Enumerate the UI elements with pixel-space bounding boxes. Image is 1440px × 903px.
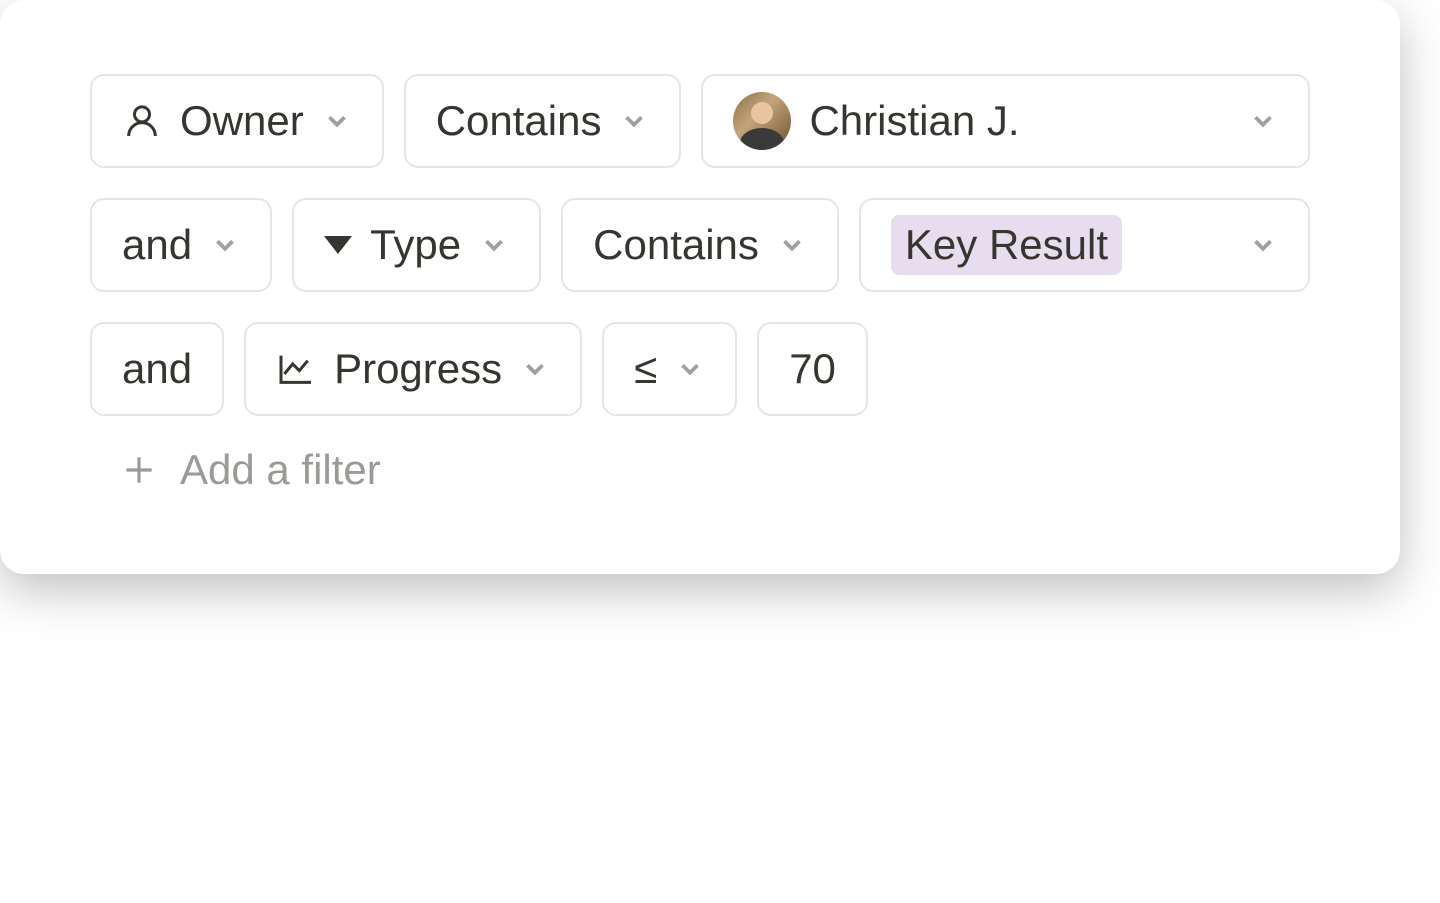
operator-selector-contains[interactable]: Contains: [404, 74, 682, 168]
avatar: [733, 92, 791, 150]
plus-icon: [120, 451, 158, 489]
chevron-down-icon: [619, 106, 649, 136]
chevron-down-icon: [322, 106, 352, 136]
person-icon: [122, 101, 162, 141]
chevron-down-icon: [777, 230, 807, 260]
operator-label: Contains: [436, 97, 602, 145]
triangle-down-icon: [324, 236, 352, 254]
chart-icon: [276, 349, 316, 389]
chevron-down-icon: [1248, 106, 1278, 136]
value-label: Key Result: [905, 221, 1108, 268]
filter-panel: Owner Contains Christian J.: [0, 0, 1400, 574]
chevron-down-icon: [520, 354, 550, 384]
chevron-down-icon: [675, 354, 705, 384]
property-selector-type[interactable]: Type: [292, 198, 541, 292]
property-selector-progress[interactable]: Progress: [244, 322, 582, 416]
tag-badge: Key Result: [891, 215, 1122, 275]
operator-selector-contains[interactable]: Contains: [561, 198, 839, 292]
filter-row-2: and Type Contains: [90, 198, 1310, 292]
operator-label: Contains: [593, 221, 759, 269]
conjunction-label: and: [122, 221, 192, 269]
value-label: 70: [789, 345, 836, 393]
add-filter-label: Add a filter: [180, 446, 381, 494]
add-filter-button[interactable]: Add a filter: [90, 446, 1310, 494]
property-label: Owner: [180, 97, 304, 145]
property-selector-owner[interactable]: Owner: [90, 74, 384, 168]
conjunction-static[interactable]: and: [90, 322, 224, 416]
operator-label: ≤: [634, 345, 657, 393]
filter-row-1: Owner Contains Christian J.: [90, 74, 1310, 168]
filter-row-3: and Progress ≤: [90, 322, 1310, 416]
chevron-down-icon: [210, 230, 240, 260]
chevron-down-icon: [1248, 230, 1278, 260]
value-input-progress[interactable]: 70: [757, 322, 868, 416]
property-label: Progress: [334, 345, 502, 393]
property-label: Type: [370, 221, 461, 269]
value-label: Christian J.: [809, 97, 1019, 145]
conjunction-selector[interactable]: and: [90, 198, 272, 292]
value-inner: Christian J.: [733, 92, 1019, 150]
conjunction-label: and: [122, 345, 192, 393]
value-selector-owner[interactable]: Christian J.: [701, 74, 1310, 168]
operator-selector-lte[interactable]: ≤: [602, 322, 737, 416]
chevron-down-icon: [479, 230, 509, 260]
value-selector-type[interactable]: Key Result: [859, 198, 1310, 292]
